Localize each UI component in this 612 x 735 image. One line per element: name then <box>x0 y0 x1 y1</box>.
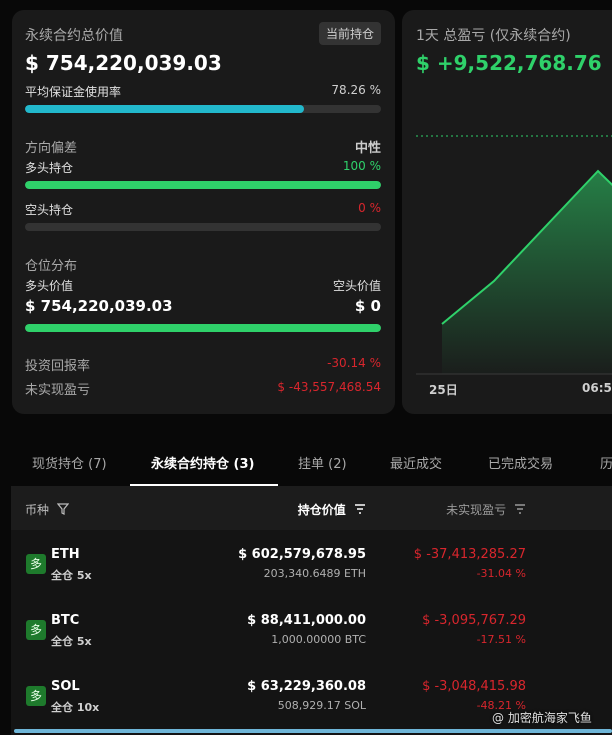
watermark: @ 加密航海家飞鱼 <box>492 711 592 725</box>
sort-icon[interactable] <box>514 504 526 514</box>
distribution-long-fill <box>25 324 381 332</box>
unrealized-pnl-pct: -31.04 % <box>476 567 526 580</box>
margin-usage-fill <box>25 105 304 113</box>
long-positions-fill <box>25 181 381 189</box>
long-value: $ 754,220,039.03 <box>25 297 173 315</box>
margin-usage-bar <box>25 105 381 113</box>
long-side-icon: 多 <box>26 686 46 706</box>
long-positions-pct: 100 % <box>342 159 381 173</box>
current-positions-badge[interactable]: 当前持仓 <box>318 22 381 45</box>
coin-name[interactable]: SOL <box>51 679 80 694</box>
x-tick-label-1: 25日 <box>429 383 458 397</box>
position-size: 1,000.00000 BTC <box>271 633 366 646</box>
position-value: $ 63,229,360.08 <box>247 679 366 694</box>
filter-icon[interactable] <box>56 503 70 515</box>
tab-open-orders[interactable]: 挂单 (2) <box>298 453 347 472</box>
unrealized-pnl-value: $ -43,557,468.54 <box>277 380 381 394</box>
short-value: $ 0 <box>354 297 381 315</box>
margin-mode: 全仓 10x <box>51 701 100 714</box>
col-pnl-header[interactable]: 未实现盈亏 <box>446 501 526 518</box>
unrealized-pnl: $ -3,048,415.98 <box>422 679 526 694</box>
x-tick-label-2: 06:52 <box>582 381 612 395</box>
coin-name[interactable]: BTC <box>51 613 79 628</box>
pnl-chart <box>416 135 612 375</box>
unrealized-pnl: $ -3,095,767.29 <box>422 613 526 628</box>
tab-history[interactable]: 历 <box>600 453 612 472</box>
margin-usage-label: 平均保证金使用率 <box>25 85 122 99</box>
pnl-card-value: $ +9,522,768.76 <box>416 51 602 75</box>
tab-spot-positions[interactable]: 现货持仓 (7) <box>32 453 107 472</box>
tab-perp-positions[interactable]: 永续合约持仓 (3) <box>151 453 254 472</box>
short-positions-bar <box>25 223 381 231</box>
roi-label: 投资回报率 <box>25 359 91 374</box>
unrealized-pnl-label: 未实现盈亏 <box>25 383 91 398</box>
col-coin-label: 币种 <box>25 503 50 517</box>
roi-value: -30.14 % <box>327 356 381 370</box>
margin-usage-value: 78.26 % <box>331 83 381 97</box>
summary-card: 永续合约总价值 当前持仓 $ 754,220,039.03 平均保证金使用率 7… <box>12 10 395 414</box>
total-value: $ 754,220,039.03 <box>25 51 222 75</box>
margin-mode: 全仓 5x <box>51 635 92 648</box>
long-positions-bar <box>25 181 381 189</box>
horizontal-scrollbar[interactable] <box>14 729 612 733</box>
sort-icon[interactable] <box>354 504 366 514</box>
pnl-card: 1天 总盈亏 (仅永续合约) $ +9,522,768.76 25日 06:52 <box>402 10 612 414</box>
long-side-icon: 多 <box>26 554 46 574</box>
unrealized-pnl: $ -37,413,285.27 <box>413 547 526 562</box>
direction-bias-label: 方向偏差 <box>25 141 78 156</box>
distribution-bar <box>25 324 381 332</box>
tab-recent-fills[interactable]: 最近成交 <box>390 453 442 472</box>
pnl-area <box>442 171 612 374</box>
margin-mode: 全仓 5x <box>51 569 92 582</box>
col-coin-header[interactable]: 币种 <box>25 501 70 518</box>
position-size: 203,340.6489 ETH <box>263 567 366 580</box>
coin-name[interactable]: ETH <box>51 547 80 562</box>
long-positions-label: 多头持仓 <box>25 161 74 175</box>
direction-bias-value: 中性 <box>354 141 381 156</box>
short-value-label: 空头价值 <box>332 279 381 293</box>
short-positions-pct: 0 % <box>358 201 381 215</box>
tab-completed-trades[interactable]: 已完成交易 <box>488 453 553 472</box>
long-value-label: 多头价值 <box>25 279 74 293</box>
position-distribution-label: 仓位分布 <box>25 259 78 274</box>
position-value: $ 602,579,678.95 <box>238 547 366 562</box>
pnl-card-title: 1天 总盈亏 (仅永续合约) <box>416 28 571 44</box>
position-value: $ 88,411,000.00 <box>247 613 366 628</box>
unrealized-pnl-pct: -17.51 % <box>476 633 526 646</box>
long-side-icon: 多 <box>26 620 46 640</box>
short-positions-label: 空头持仓 <box>25 203 74 217</box>
total-value-title: 永续合约总价值 <box>25 28 123 44</box>
col-pnl-label: 未实现盈亏 <box>446 503 507 517</box>
position-size: 508,929.17 SOL <box>277 699 366 712</box>
col-value-label: 持仓价值 <box>297 503 346 517</box>
col-value-header[interactable]: 持仓价值 <box>298 501 366 518</box>
